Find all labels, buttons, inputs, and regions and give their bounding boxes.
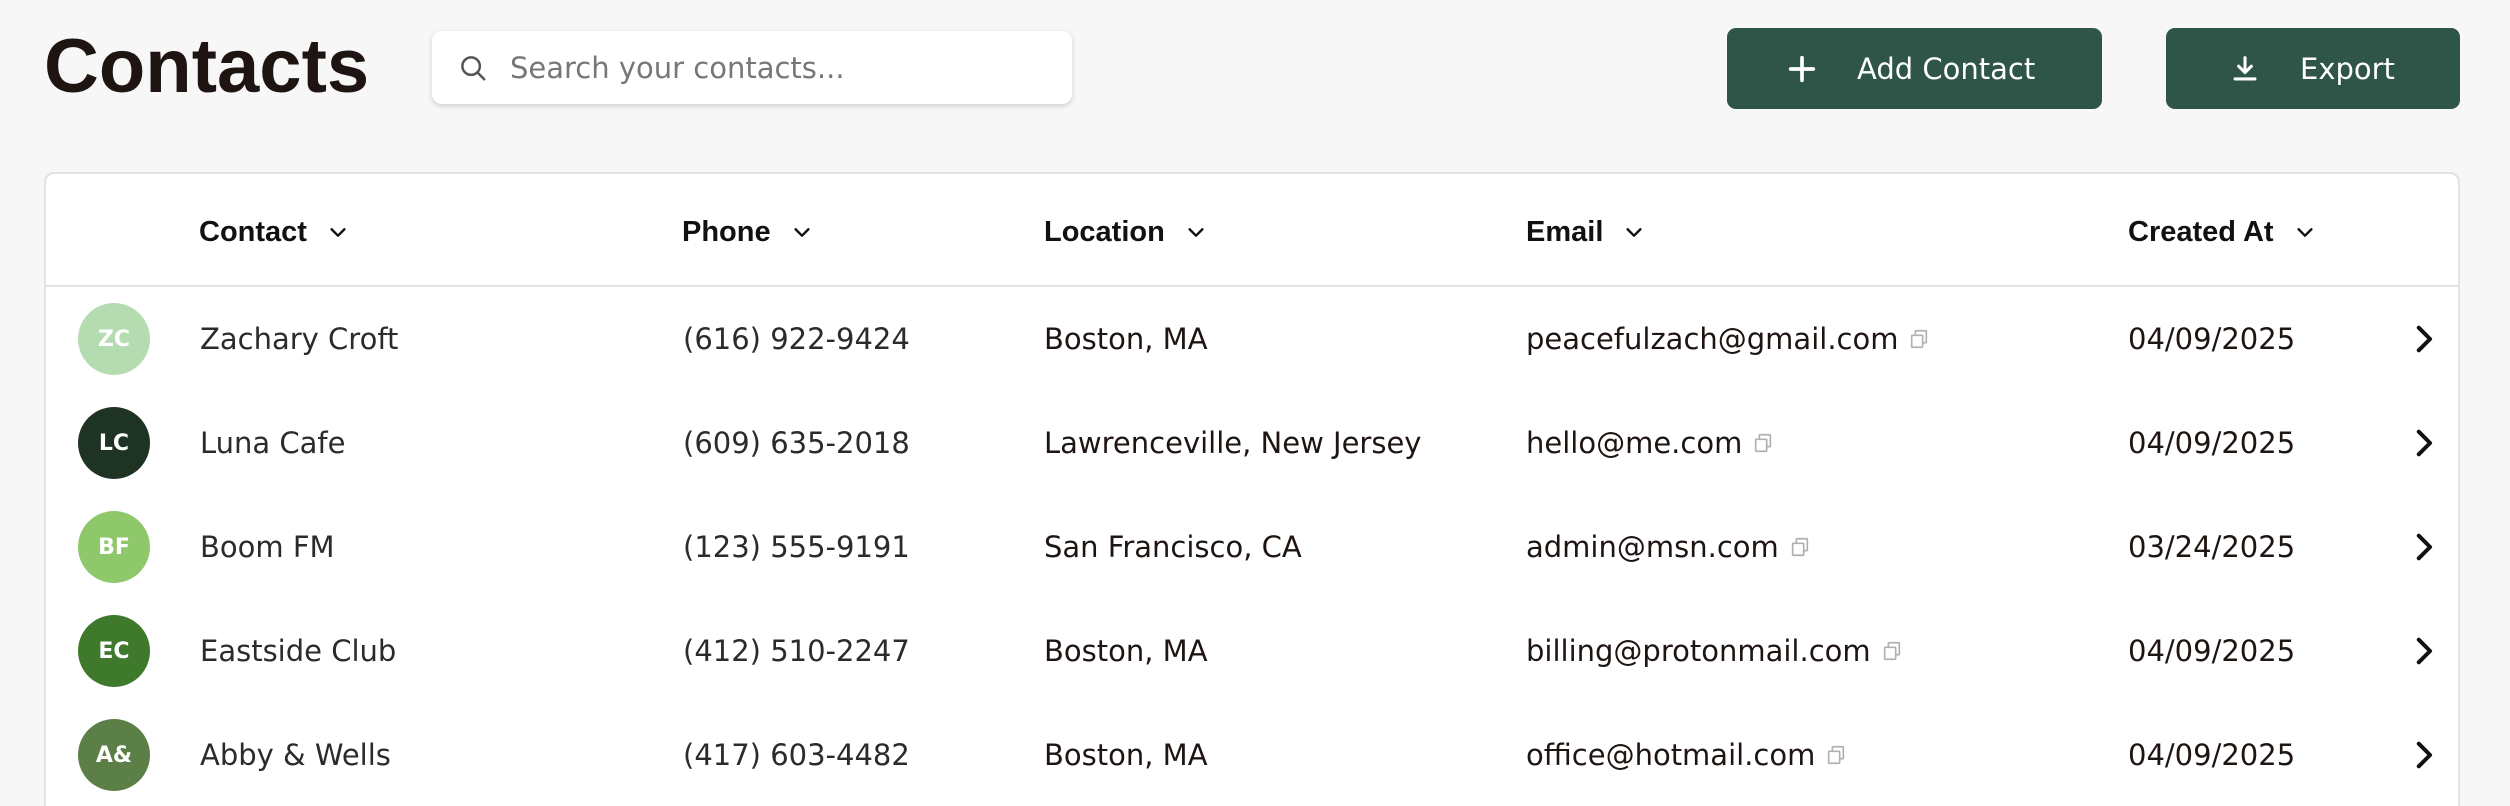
contact-email-cell: admin@msn.com [1526, 528, 1811, 566]
column-header-contact[interactable]: Contact [199, 214, 349, 250]
chevron-down-icon [1626, 228, 1642, 237]
table-row[interactable]: EC Eastside Club (412) 510-2247 Boston, … [46, 600, 2458, 704]
copy-icon[interactable] [1789, 535, 1811, 559]
contact-phone: (123) 555-9191 [683, 530, 910, 564]
contact-location: Boston, MA [1044, 738, 1208, 772]
contact-name: Eastside Club [200, 634, 397, 668]
contact-email: billing@protonmail.com [1526, 634, 1871, 668]
table-row[interactable]: LC Luna Cafe (609) 635-2018 Lawrencevill… [46, 392, 2458, 496]
avatar: ZC [78, 303, 150, 375]
contact-name: Luna Cafe [200, 426, 346, 460]
contact-created-at: 04/09/2025 [2128, 322, 2296, 356]
table-row[interactable]: A& Abby & Wells (417) 603-4482 Boston, M… [46, 704, 2458, 806]
contact-created-at: 04/09/2025 [2128, 426, 2296, 460]
column-header-email[interactable]: Email [1526, 214, 1645, 250]
contact-location: Lawrenceville, New Jersey [1044, 426, 1422, 460]
contact-created-at: 04/09/2025 [2128, 634, 2296, 668]
avatar: A& [78, 719, 150, 791]
contacts-table: Contact Phone Location Email Created At … [44, 172, 2460, 806]
table-header: Contact Phone Location Email Created At [46, 174, 2458, 287]
copy-icon[interactable] [1752, 431, 1774, 455]
contact-phone: (417) 603-4482 [683, 738, 910, 772]
export-label: Export [2300, 51, 2395, 86]
contact-name: Abby & Wells [200, 738, 391, 772]
search-input[interactable] [510, 31, 1050, 104]
table-row[interactable]: BF Boom FM (123) 555-9191 San Francisco,… [46, 496, 2458, 600]
chevron-right-icon[interactable] [2406, 634, 2440, 668]
contact-phone: (609) 635-2018 [683, 426, 910, 460]
contact-email: peacefulzach@gmail.com [1526, 322, 1899, 356]
page-title: Contacts [44, 24, 370, 109]
avatar: LC [78, 407, 150, 479]
download-icon [2233, 56, 2257, 81]
contact-email-cell: billing@protonmail.com [1526, 632, 1903, 670]
contact-email: admin@msn.com [1526, 530, 1779, 564]
column-header-location[interactable]: Location [1044, 214, 1207, 250]
contact-phone: (412) 510-2247 [683, 634, 910, 668]
column-label: Created At [2128, 215, 2274, 248]
chevron-down-icon [794, 228, 810, 237]
contact-created-at: 04/09/2025 [2128, 738, 2296, 772]
contact-location: Boston, MA [1044, 634, 1208, 668]
chevron-down-icon [330, 228, 346, 237]
contact-location: Boston, MA [1044, 322, 1208, 356]
chevron-down-icon [2296, 228, 2313, 237]
copy-icon[interactable] [1881, 639, 1903, 663]
column-label: Phone [682, 215, 771, 248]
avatar: BF [78, 511, 150, 583]
copy-icon[interactable] [1825, 743, 1847, 767]
plus-icon [1788, 55, 1816, 83]
contact-name: Boom FM [200, 530, 335, 564]
chevron-right-icon[interactable] [2406, 530, 2440, 564]
chevron-right-icon[interactable] [2406, 738, 2440, 772]
avatar: EC [78, 615, 150, 687]
contact-email: hello@me.com [1526, 426, 1743, 460]
copy-icon[interactable] [1908, 327, 1930, 351]
add-contact-label: Add Contact [1857, 51, 2036, 86]
column-label: Contact [199, 215, 307, 248]
contact-email-cell: hello@me.com [1526, 424, 1774, 462]
contact-email-cell: peacefulzach@gmail.com [1526, 320, 1930, 358]
contact-email-cell: office@hotmail.com [1526, 736, 1847, 774]
contact-created-at: 03/24/2025 [2128, 530, 2296, 564]
add-contact-button[interactable]: Add Contact [1727, 28, 2102, 109]
search-box[interactable] [432, 31, 1072, 104]
column-header-phone[interactable]: Phone [682, 214, 813, 250]
chevron-down-icon [1188, 228, 1204, 237]
column-label: Location [1044, 215, 1165, 248]
column-label: Email [1526, 215, 1604, 248]
contact-name: Zachary Croft [200, 322, 399, 356]
search-icon [461, 56, 486, 81]
table-row[interactable]: ZC Zachary Croft (616) 922-9424 Boston, … [46, 288, 2458, 392]
chevron-right-icon[interactable] [2406, 426, 2440, 460]
contact-email: office@hotmail.com [1526, 738, 1816, 772]
export-button[interactable]: Export [2166, 28, 2460, 109]
column-header-created-at[interactable]: Created At [2128, 214, 2316, 250]
contact-location: San Francisco, CA [1044, 530, 1302, 564]
contact-phone: (616) 922-9424 [683, 322, 910, 356]
chevron-right-icon[interactable] [2406, 322, 2440, 356]
